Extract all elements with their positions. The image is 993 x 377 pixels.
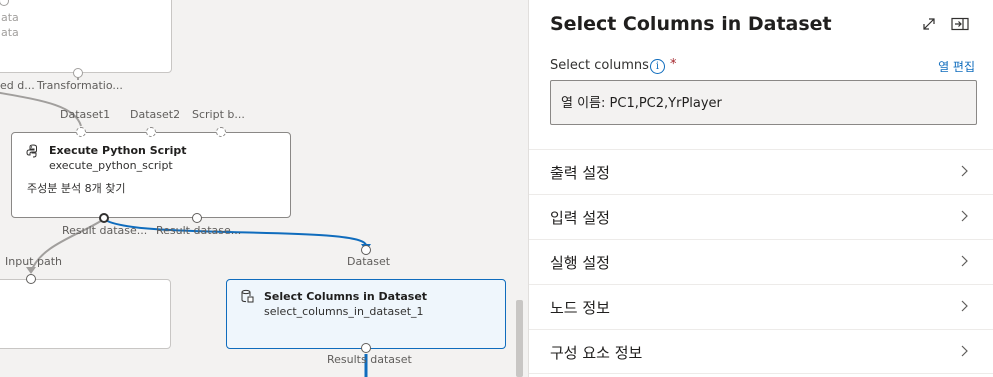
properties-panel: Select Columns in Dataset Select columns…: [528, 0, 993, 377]
section-node-info[interactable]: 노드 정보: [529, 284, 993, 329]
section-label: 입력 설정: [550, 209, 610, 227]
selected-columns-value: 열 이름: PC1,PC2,YrPlayer: [561, 96, 722, 111]
select-node-subtitle: select_columns_in_dataset_1: [264, 305, 424, 318]
exec-out-label-1: Result datase...: [62, 224, 148, 237]
exec-node-subtitle: execute_python_script: [49, 159, 173, 172]
select-in-port-label: Dataset: [347, 255, 391, 268]
upstream-port-transform[interactable]: [73, 68, 83, 78]
section-label: 출력 설정: [550, 164, 610, 182]
select-node-title: Select Columns in Dataset: [264, 290, 428, 303]
upstream-port-right-label: Transformatio...: [37, 79, 123, 92]
upstream-node-line2: ata: [1, 26, 19, 39]
select-columns-label: Select columns: [550, 58, 649, 73]
collapse-panel-button[interactable]: [950, 14, 970, 34]
select-node-input-port[interactable]: [361, 245, 371, 255]
exec-port-label-dataset2: Dataset2: [130, 108, 181, 121]
expand-button[interactable]: [919, 14, 939, 34]
section-component-info[interactable]: 구성 요소 정보: [529, 329, 993, 374]
exec-port-dataset2[interactable]: [146, 127, 156, 137]
execute-python-script-node[interactable]: Execute Python Script execute_python_scr…: [11, 132, 291, 218]
exec-out-label-2: Result datase...: [156, 224, 242, 237]
section-run-settings[interactable]: 실행 설정: [529, 239, 993, 284]
left-node-port-label: Input path: [5, 255, 62, 268]
left-node-input-port[interactable]: [26, 274, 36, 284]
dataset-icon: [241, 289, 254, 303]
panel-title: Select Columns in Dataset: [550, 13, 832, 35]
collapse-panel-icon: [951, 17, 969, 31]
expand-icon: [923, 18, 935, 30]
exec-node-title: Execute Python Script: [49, 144, 187, 157]
upstream-port-left-label: ed d...: [0, 79, 35, 92]
chevron-right-icon: [961, 255, 968, 267]
upstream-node[interactable]: ata ata: [0, 0, 172, 73]
chevron-right-icon: [961, 345, 968, 357]
upstream-node-line1: ata: [1, 11, 19, 24]
canvas-scrollbar[interactable]: [516, 300, 523, 377]
pipeline-canvas[interactable]: ata ata ed d... Transformatio... Dataset…: [0, 0, 528, 377]
info-icon[interactable]: i: [650, 59, 665, 74]
python-icon: [26, 144, 37, 158]
section-label: 구성 요소 정보: [550, 344, 643, 362]
exec-port-result1[interactable]: [99, 213, 109, 223]
select-out-port-label: Results dataset: [327, 353, 412, 366]
chevron-right-icon: [961, 210, 968, 222]
select-node-output-port[interactable]: [361, 343, 371, 353]
chevron-right-icon: [961, 165, 968, 177]
section-output-settings[interactable]: 출력 설정: [529, 149, 993, 194]
section-label: 실행 설정: [550, 254, 610, 272]
edge-arrow-inputpath: [26, 267, 36, 274]
required-asterisk: *: [670, 57, 677, 72]
select-columns-node[interactable]: Select Columns in Dataset select_columns…: [226, 279, 506, 349]
exec-node-description: 주성분 분석 8개 찾기: [27, 182, 126, 195]
exec-port-script[interactable]: [216, 127, 226, 137]
section-input-settings[interactable]: 입력 설정: [529, 194, 993, 239]
exec-port-label-dataset1: Dataset1: [60, 108, 111, 121]
section-label: 노드 정보: [550, 299, 610, 317]
edit-columns-link[interactable]: 열 편집: [938, 58, 975, 75]
exec-port-label-script: Script b...: [192, 108, 245, 121]
downstream-left-node[interactable]: [0, 279, 171, 349]
selected-columns-box: 열 이름: PC1,PC2,YrPlayer: [550, 80, 977, 125]
chevron-right-icon: [961, 300, 968, 312]
exec-port-result2[interactable]: [192, 213, 202, 223]
exec-port-dataset1[interactable]: [76, 127, 86, 137]
